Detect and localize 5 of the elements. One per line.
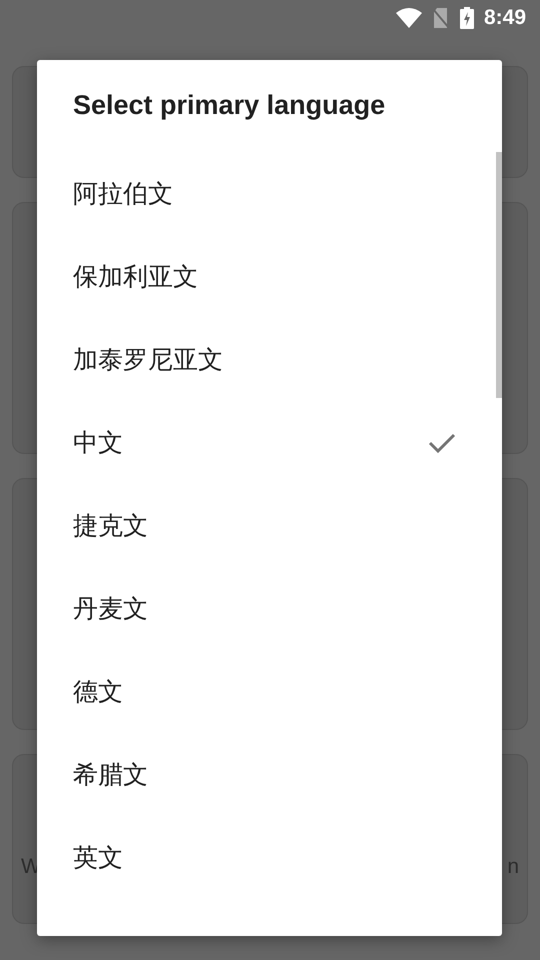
battery-charging-icon (460, 7, 474, 29)
clock: 8:49 (484, 6, 526, 30)
wifi-icon (396, 8, 422, 28)
no-sim-icon (432, 7, 450, 29)
dialog-title: Select primary language (73, 90, 386, 121)
